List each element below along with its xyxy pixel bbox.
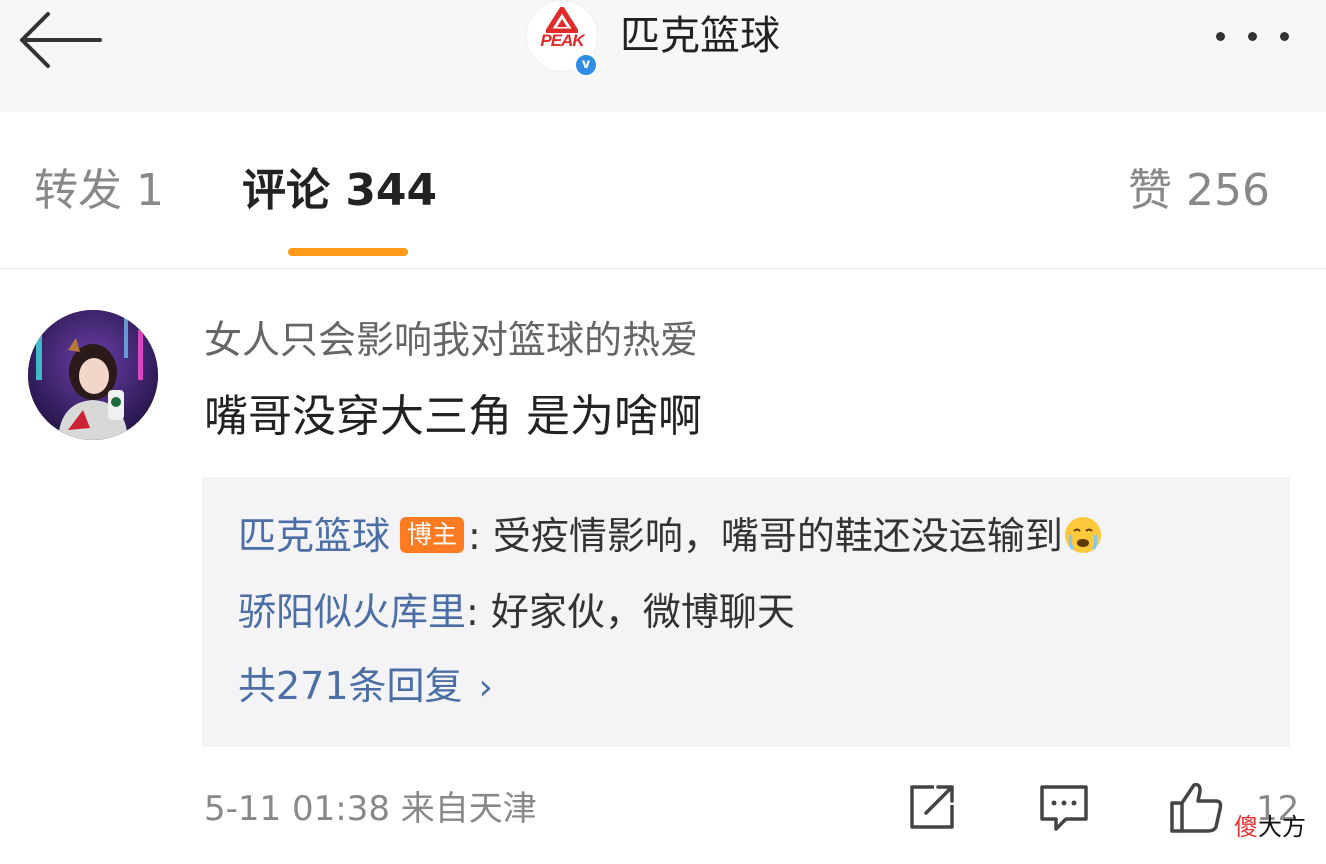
avatar[interactable] [28,310,158,440]
reply-item[interactable]: 匹克篮球 博主: 受疫情影响，嘴哥的鞋还没运输到 [238,511,1103,561]
comment-timestamp: 5-11 01:38 来自天津 [204,789,537,829]
reply-thread[interactable]: 匹克篮球 博主: 受疫情影响，嘴哥的鞋还没运输到 骄阳似火库里: 好家伙，微博聊天… [202,477,1290,747]
reply-text: 受疫情影响，嘴哥的鞋还没运输到 [480,514,1063,558]
arrow-left-icon [20,12,102,68]
more-button[interactable] [1210,22,1300,52]
watermark: 傻大方 [1234,813,1306,841]
reply-separator: : [466,590,479,634]
tab-comment[interactable]: 评论 344 [242,164,437,218]
comment-text: 嘴哥没穿大三角 是为啥啊 [204,391,702,442]
comment-icon [1040,785,1088,831]
tab-like[interactable]: 赞 256 [1128,164,1270,218]
more-dots-icon [1280,32,1289,41]
reply-author[interactable]: 匹克篮球 [238,514,390,558]
reply-separator: : [468,514,481,558]
tab-repost[interactable]: 转发 1 [34,164,164,218]
reply-text: 好家伙，微博聊天 [478,590,795,634]
back-button[interactable] [14,8,106,72]
more-dots-icon [1216,32,1225,41]
more-dots-icon [1248,32,1257,41]
share-icon [910,785,954,829]
comment-item: 女人只会影响我对篮球的热爱 嘴哥没穿大三角 是为啥啊 匹克篮球 博主: 受疫情影响… [0,269,1326,864]
avatar-image [28,310,158,440]
top-bar: PEAK v 匹克篮球 [0,0,1326,112]
author-badge: 博主 [400,516,465,553]
tab-bar: 转发 1 评论 344 赞 256 [0,112,1326,269]
reply-author[interactable]: 骄阳似火库里 [238,590,466,634]
comment-username[interactable]: 女人只会影响我对篮球的热爱 [204,315,698,365]
reply-item[interactable]: 骄阳似火库里: 好家伙，微博聊天 [238,587,795,637]
verified-badge-icon: v [573,52,599,78]
sad-face-emoji-icon [1064,516,1101,553]
view-all-replies-link[interactable]: 共271条回复 › [238,661,493,713]
reply-button[interactable] [1036,779,1092,835]
thumbs-up-icon [1170,782,1223,833]
peak-triangle-icon [546,7,578,33]
active-tab-indicator [288,248,408,256]
share-button[interactable] [904,779,960,835]
view-all-replies-label: 共271条回复 [238,664,463,708]
like-button[interactable] [1168,779,1224,835]
chevron-right-icon: › [478,667,493,708]
logo-text: PEAK [540,31,584,50]
page-title: 匹克篮球 [620,13,780,59]
